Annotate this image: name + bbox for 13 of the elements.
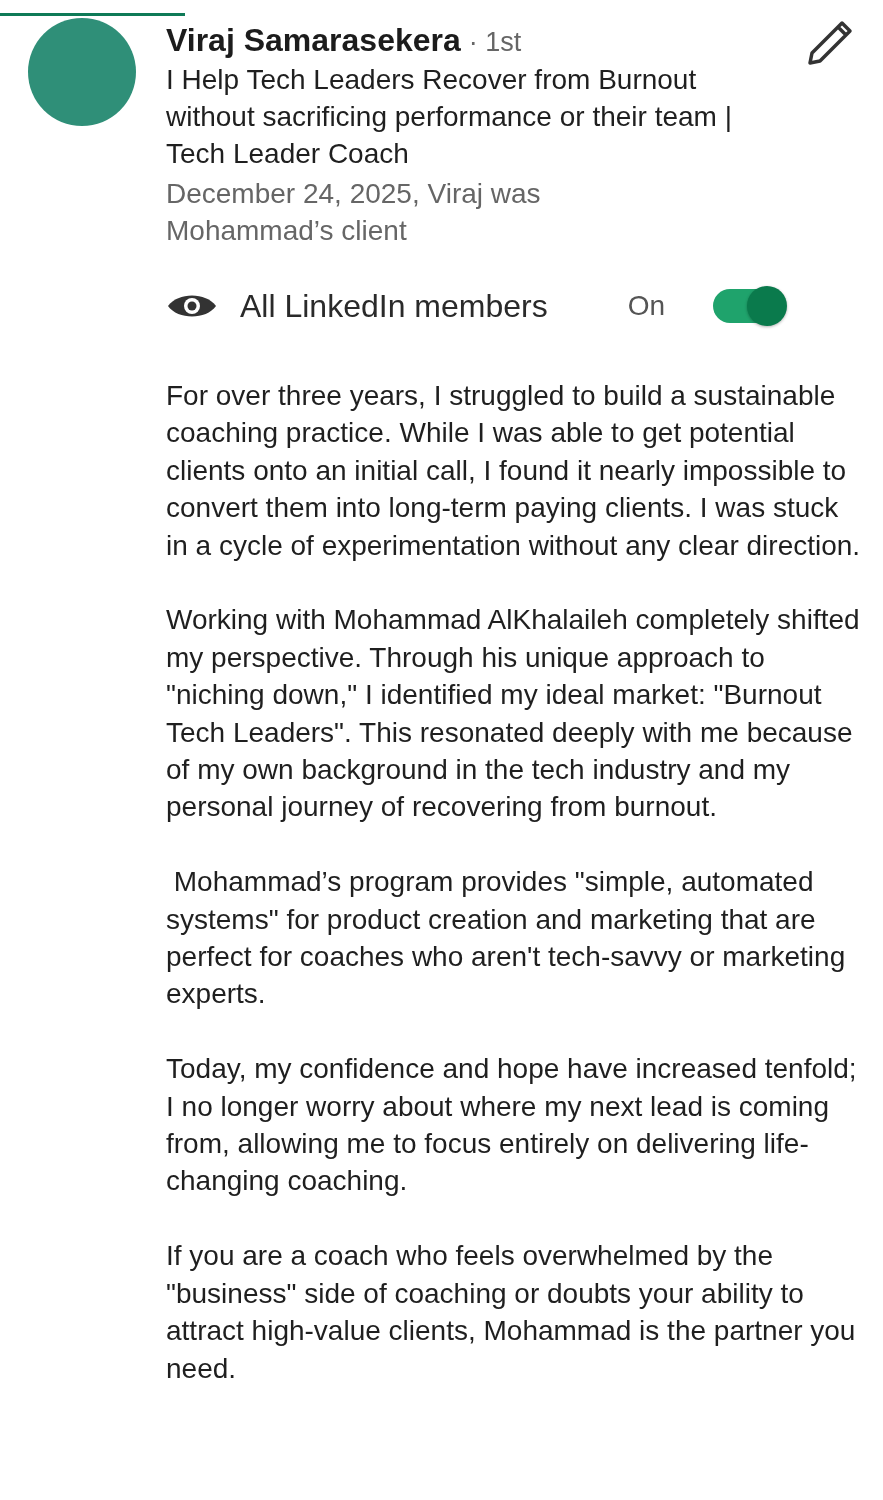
- visibility-label: All LinkedIn members: [240, 287, 548, 325]
- toggle-state-text: On: [627, 290, 666, 322]
- recommender-name[interactable]: Viraj Samarasekera: [166, 22, 461, 59]
- recommendation-paragraph: Working with Mohammad AlKhalaileh completely shifted my perspective. Through his unique approach to "niching down," I identified my ideal market: "Burnout Tech Leaders". This resonated deeply with me because of my own background in the tech industry and my personal journey of recovering from burnout.: [166, 603, 861, 825]
- recommender-headline: I Help Tech Leaders Recover from Burnout without sacrificing performance or their team | Tech Leader Coach: [166, 63, 733, 171]
- recommendation-paragraph: Mohammad’s program provides "simple, automated systems" for product creation and marketing that are perfect for coaches who aren't tech-savvy or marketing experts.: [166, 865, 847, 1012]
- recommendation-paragraph: For over three years, I struggled to build a sustainable coaching practice. While I was able to get potential clients onto an initial call, I found it nearly impossible to convert them into long-term paying clients. I was stuck in a cycle of experimentation without any clear direction.: [166, 379, 862, 563]
- edit-icon[interactable]: [807, 20, 853, 66]
- recommendation-paragraph: Today, my confidence and hope have increased tenfold; I no longer worry about where my next lead is coming from, allowing me to focus entirely on delivering life-changing coaching.: [166, 1052, 858, 1199]
- connection-degree: · 1st: [468, 27, 522, 58]
- visibility-toggle[interactable]: [713, 289, 784, 323]
- relationship-text: December 24, 2025, Viraj was Mohammad’s client: [166, 177, 542, 248]
- recommendation-paragraph: If you are a coach who feels overwhelmed by the "business" side of coaching or doubts your ability to attract high-value clients, Mohammad is the partner you need.: [166, 1239, 857, 1386]
